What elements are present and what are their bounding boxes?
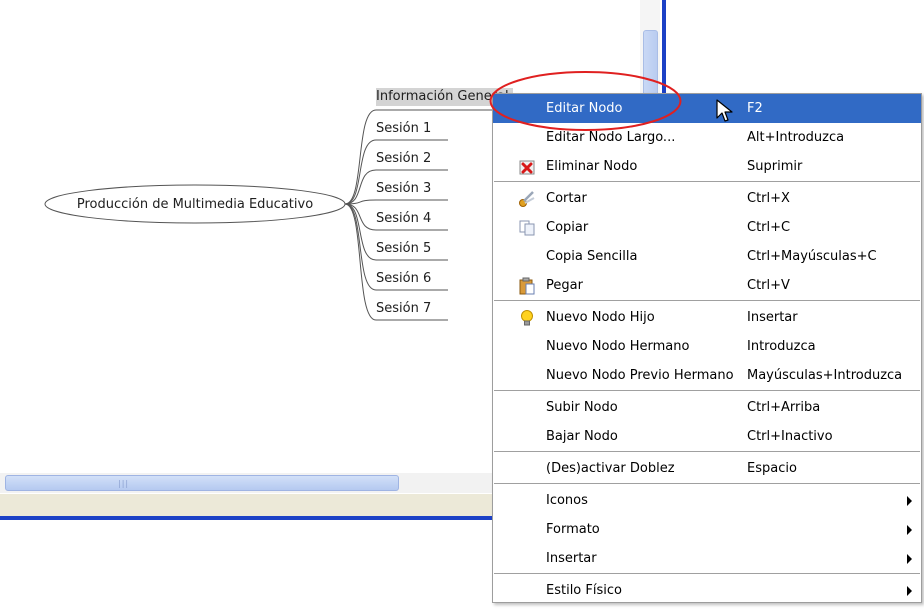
node-label: Sesión 6 [376, 271, 432, 286]
menu-item-bajar-nodo[interactable]: Bajar Nodo Ctrl+Inactivo [493, 422, 921, 451]
menu-item-desactivar-doblez[interactable]: (Des)activar Doblez Espacio [493, 454, 921, 483]
menu-item-shortcut: Ctrl+V [747, 278, 790, 293]
menu-item-estilo-fisico[interactable]: Estilo Físico [493, 576, 921, 605]
menu-item-label: Cortar [546, 191, 587, 206]
connector-sesion-3 [344, 199, 448, 205]
window-border-bottom [0, 516, 492, 520]
node-label: Sesión 4 [376, 211, 432, 226]
delete-icon [519, 160, 535, 175]
menu-item-copiar[interactable]: Copiar Ctrl+C [493, 213, 921, 242]
menu-item-shortcut: F2 [747, 101, 763, 116]
menu-item-nuevo-nodo-hermano[interactable]: Nuevo Nodo Hermano Introduzca [493, 332, 921, 361]
menu-item-subir-nodo[interactable]: Subir Nodo Ctrl+Arriba [493, 393, 921, 422]
horizontal-scrollbar-thumb[interactable] [5, 475, 399, 491]
context-menu: Editar Nodo F2 Editar Nodo Largo... Alt+… [492, 93, 922, 603]
node-sesion-1[interactable]: Sesión 1 [376, 120, 431, 138]
submenu-arrow-icon [907, 525, 912, 535]
node-sesion-5[interactable]: Sesión 5 [376, 240, 431, 258]
scissors-icon [519, 191, 535, 207]
menu-item-label: Nuevo Nodo Previo Hermano [546, 368, 734, 383]
central-node[interactable]: Producción de Multimedia Educativo [45, 185, 345, 223]
menu-item-cortar[interactable]: Cortar Ctrl+X [493, 184, 921, 213]
node-label: Sesión 7 [376, 301, 432, 316]
menu-item-label: Iconos [546, 493, 588, 508]
submenu-arrow-icon [907, 554, 912, 564]
lightbulb-icon [521, 310, 533, 326]
menu-item-label: Eliminar Nodo [546, 159, 638, 174]
node-label: Sesión 1 [376, 121, 432, 136]
menu-item-label: Estilo Físico [546, 583, 622, 598]
node-label: Sesión 5 [376, 241, 432, 256]
submenu-arrow-icon [907, 496, 912, 506]
menu-item-shortcut: Alt+Introduzca [747, 130, 845, 145]
menu-item-label: Copiar [546, 220, 589, 235]
menu-item-shortcut: Ctrl+Arriba [747, 400, 821, 415]
menu-item-nuevo-nodo-hijo[interactable]: Nuevo Nodo Hijo Insertar [493, 303, 921, 332]
menu-item-label: Subir Nodo [546, 400, 618, 415]
menu-item-shortcut: Ctrl+C [747, 220, 791, 235]
submenu-arrow-icon [907, 586, 912, 596]
mouse-pointer-icon [716, 99, 733, 122]
menu-item-shortcut: Espacio [747, 461, 797, 476]
menu-item-shortcut: Ctrl+Inactivo [747, 429, 833, 444]
menu-item-label: Bajar Nodo [546, 429, 618, 444]
node-sesion-2[interactable]: Sesión 2 [376, 150, 431, 168]
menu-item-nuevo-nodo-previo-hermano[interactable]: Nuevo Nodo Previo Hermano Mayúsculas+Int… [493, 361, 921, 390]
node-sesion-4[interactable]: Sesión 4 [376, 210, 431, 228]
menu-item-formato[interactable]: Formato [493, 515, 921, 544]
central-node-label: Producción de Multimedia Educativo [76, 196, 314, 212]
menu-item-label: Nuevo Nodo Hermano [546, 339, 690, 354]
scrollbar-grip-icon: ||| [118, 479, 130, 488]
paste-icon [519, 277, 535, 295]
menu-item-label: Insertar [546, 551, 597, 566]
menu-item-copia-sencilla[interactable]: Copia Sencilla Ctrl+Mayúsculas+C [493, 242, 921, 271]
node-sesion-6[interactable]: Sesión 6 [376, 270, 431, 288]
node-label: Sesión 3 [376, 181, 432, 196]
menu-item-shortcut: Ctrl+X [747, 191, 790, 206]
copy-icon [519, 220, 535, 236]
menu-item-label: Formato [546, 522, 600, 537]
menu-item-pegar[interactable]: Pegar Ctrl+V [493, 271, 921, 300]
menu-item-label: Pegar [546, 278, 583, 293]
menu-item-shortcut: Insertar [747, 310, 798, 325]
menu-item-shortcut: Ctrl+Mayúsculas+C [747, 249, 877, 264]
status-bar [0, 494, 492, 516]
menu-item-iconos[interactable]: Iconos [493, 486, 921, 515]
node-sesion-7[interactable]: Sesión 7 [376, 300, 431, 318]
menu-item-label: Copia Sencilla [546, 249, 638, 264]
node-label: Sesión 2 [376, 151, 432, 166]
menu-item-shortcut: Introduzca [747, 339, 816, 354]
menu-item-shortcut: Mayúsculas+Introduzca [747, 368, 903, 383]
menu-item-label: (Des)activar Doblez [546, 461, 675, 476]
node-sesion-3[interactable]: Sesión 3 [376, 180, 431, 198]
menu-item-eliminar-nodo[interactable]: Eliminar Nodo Suprimir [493, 152, 921, 181]
menu-item-insertar[interactable]: Insertar [493, 544, 921, 573]
menu-item-label: Nuevo Nodo Hijo [546, 310, 655, 325]
menu-item-shortcut: Suprimir [747, 159, 803, 174]
annotation-ellipse [489, 71, 682, 131]
